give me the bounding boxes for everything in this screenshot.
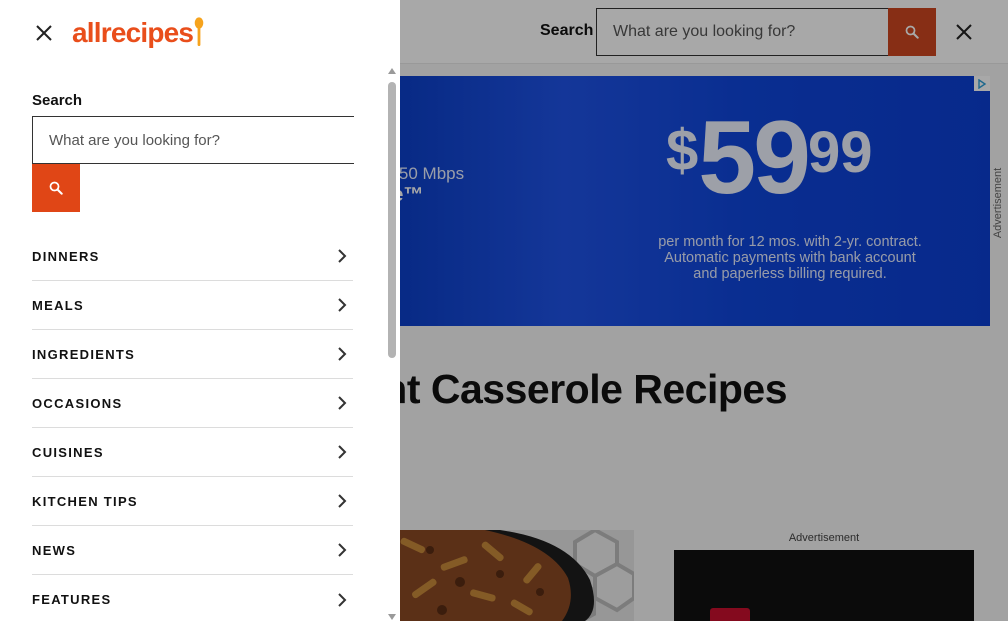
close-icon [36, 25, 52, 41]
allrecipes-logo[interactable]: allrecipes [72, 16, 204, 50]
menu-close-button[interactable] [30, 19, 58, 47]
chevron-right-icon [333, 541, 351, 559]
nav-item-dinners[interactable]: DINNERS [32, 232, 353, 281]
nav-item-label: CUISINES [32, 444, 104, 460]
chevron-right-icon [333, 443, 351, 461]
menu-search-button[interactable] [32, 164, 80, 212]
nav-item-label: OCCASIONS [32, 395, 123, 411]
chevron-right-icon [333, 394, 351, 412]
logo-text: allrecipes [72, 17, 194, 48]
nav-item-label: INGREDIENTS [32, 346, 136, 362]
scroll-thumb[interactable] [388, 82, 396, 358]
nav-item-occasions[interactable]: OCCASIONS [32, 379, 353, 428]
nav-item-news[interactable]: NEWS [32, 526, 353, 575]
menu-nav-list: DINNERS MEALS INGREDIENTS OCCASIONS CUIS… [32, 232, 353, 621]
chevron-right-icon [333, 591, 351, 609]
chevron-right-icon [333, 247, 351, 265]
nav-item-ingredients[interactable]: INGREDIENTS [32, 330, 353, 379]
search-icon [49, 181, 63, 195]
scroll-up-arrow-icon[interactable] [388, 68, 396, 74]
chevron-right-icon [333, 296, 351, 314]
nav-item-features[interactable]: FEATURES [32, 575, 353, 621]
nav-item-label: NEWS [32, 542, 77, 558]
chevron-right-icon [333, 345, 351, 363]
nav-item-label: FEATURES [32, 592, 112, 607]
spoon-icon [194, 17, 204, 46]
nav-item-label: DINNERS [32, 248, 100, 264]
scroll-down-arrow-icon[interactable] [388, 614, 396, 620]
nav-item-kitchen-tips[interactable]: KITCHEN TIPS [32, 477, 353, 526]
nav-item-cuisines[interactable]: CUISINES [32, 428, 353, 477]
side-menu: allrecipes Search DINNERS MEALS INGREDIE… [0, 0, 400, 621]
menu-search-label: Search [32, 92, 83, 109]
nav-item-label: MEALS [32, 297, 84, 313]
menu-search-input[interactable] [32, 116, 354, 164]
menu-scrollbar[interactable] [386, 66, 398, 621]
chevron-right-icon [333, 492, 351, 510]
nav-item-label: KITCHEN TIPS [32, 493, 138, 509]
nav-item-meals[interactable]: MEALS [32, 281, 353, 330]
